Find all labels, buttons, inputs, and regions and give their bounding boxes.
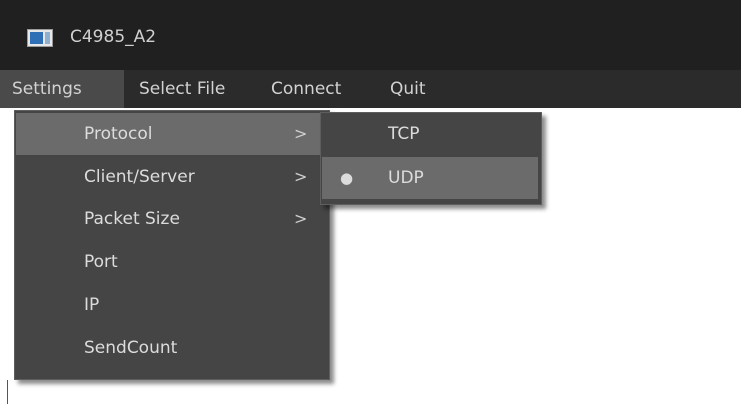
chevron-right-icon: > xyxy=(294,167,308,186)
menu-item-label: IP xyxy=(84,295,100,315)
submenu-item-label: TCP xyxy=(388,124,420,144)
submenu-item-tcp[interactable]: TCP xyxy=(322,113,540,155)
menu-item-protocol[interactable]: Protocol > xyxy=(16,113,328,155)
menu-item-ip[interactable]: IP xyxy=(16,284,328,326)
submenu-item-udp[interactable]: ● UDP xyxy=(322,157,538,199)
application-window-icon xyxy=(27,29,53,47)
menu-item-packet-size[interactable]: Packet Size > xyxy=(16,198,328,240)
menu-settings[interactable]: Settings xyxy=(0,70,124,108)
menu-item-client-server[interactable]: Client/Server > xyxy=(16,156,328,198)
menu-item-label: Protocol xyxy=(84,124,153,144)
settings-menu: Protocol > Client/Server > Packet Size >… xyxy=(14,110,330,380)
chevron-right-icon: > xyxy=(294,124,308,143)
menu-item-label: Packet Size xyxy=(84,209,180,229)
submenu-item-label: UDP xyxy=(388,168,424,188)
menu-quit[interactable]: Quit xyxy=(390,70,426,108)
protocol-submenu: TCP ● UDP xyxy=(320,112,542,205)
window-left-border xyxy=(7,380,8,404)
window-title: C4985_A2 xyxy=(70,27,157,47)
menu-bar: Settings Select File Connect Quit xyxy=(0,70,741,108)
title-bar: C4985_A2 xyxy=(0,0,741,70)
menu-item-label: SendCount xyxy=(84,338,178,358)
menu-connect[interactable]: Connect xyxy=(271,70,341,108)
menu-item-sendcount[interactable]: SendCount xyxy=(16,327,328,369)
bullet-icon: ● xyxy=(340,169,354,187)
menu-item-port[interactable]: Port xyxy=(16,241,328,283)
app-window: C4985_A2 Settings Select File Connect Qu… xyxy=(0,0,741,404)
menu-item-label: Port xyxy=(84,252,118,272)
chevron-right-icon: > xyxy=(294,209,308,228)
menu-select-file[interactable]: Select File xyxy=(139,70,225,108)
menu-item-label: Client/Server xyxy=(84,167,195,187)
